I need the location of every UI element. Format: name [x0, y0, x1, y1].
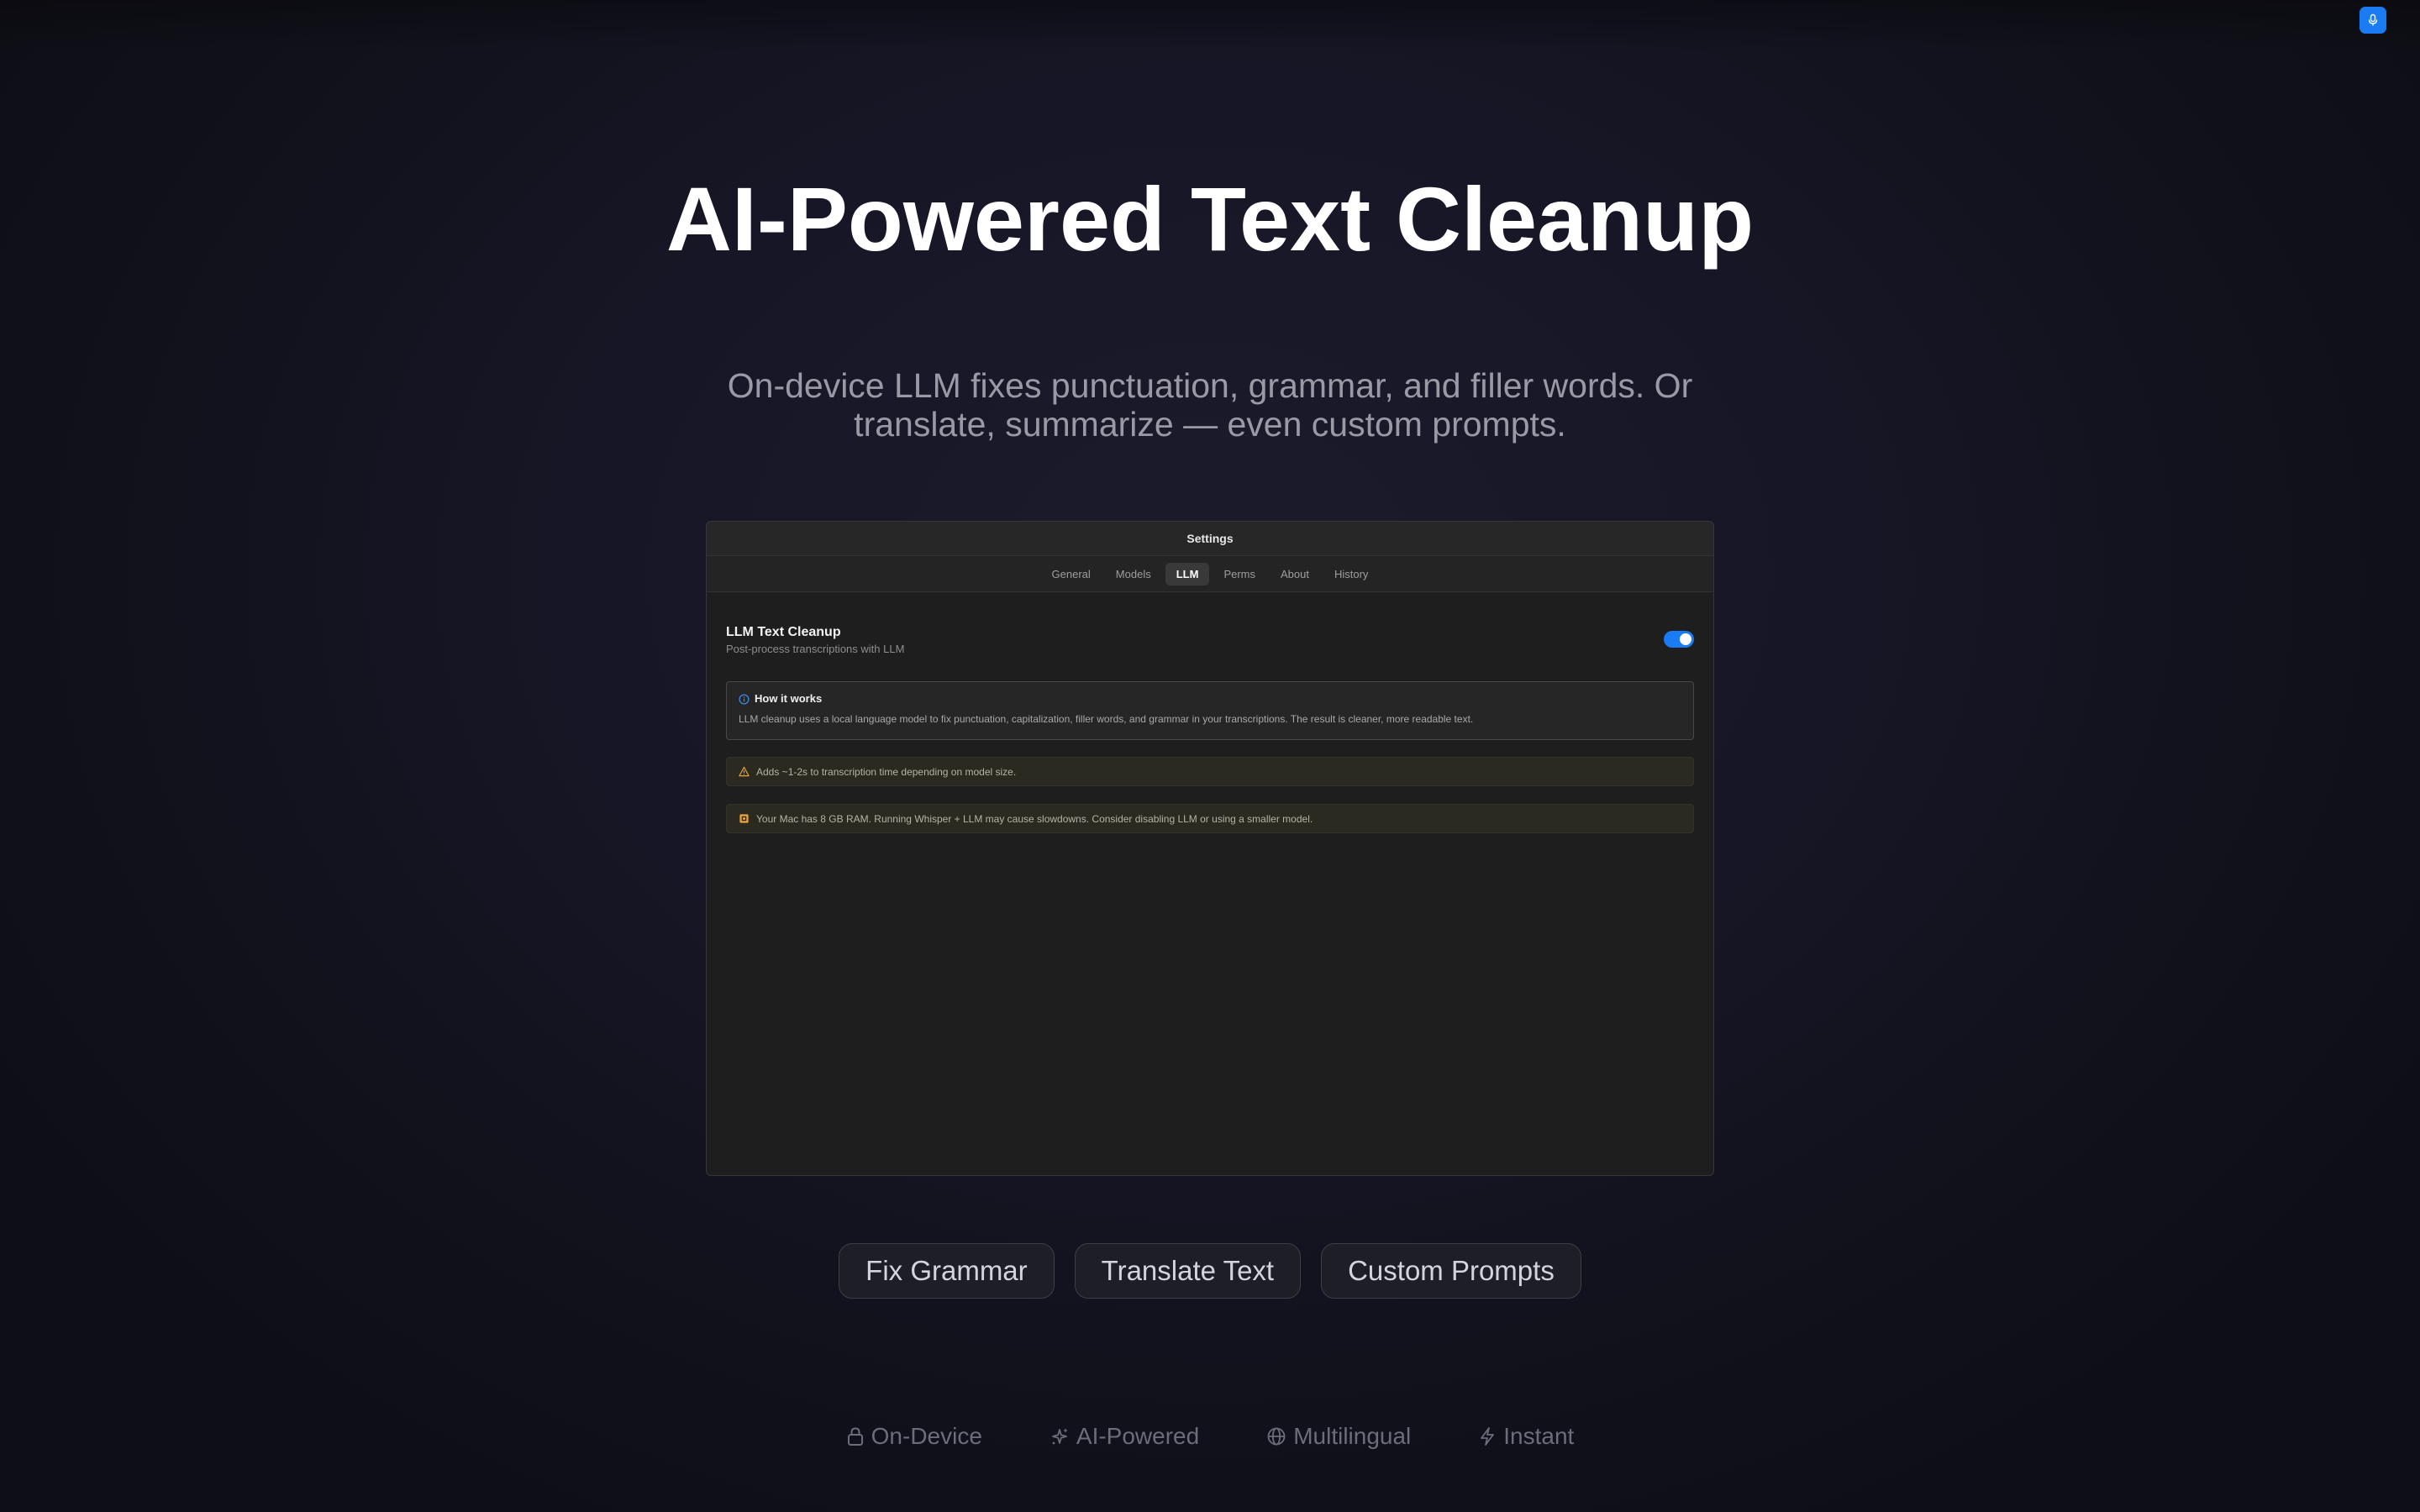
info-icon: [739, 694, 750, 704]
pill-translate-text[interactable]: Translate Text: [1074, 1243, 1302, 1299]
toggle-knob: [1680, 633, 1691, 645]
top-bar: [0, 0, 2420, 50]
feature-label: Multilingual: [1293, 1423, 1412, 1449]
memory-warning-text: Your Mac has 8 GB RAM. Running Whisper +…: [756, 812, 1313, 825]
llm-cleanup-setting: LLM Text Cleanup Post-process transcript…: [726, 624, 1694, 658]
memory-chip-icon: [739, 814, 749, 823]
pill-custom-prompts[interactable]: Custom Prompts: [1321, 1243, 1581, 1299]
capability-pills: Fix Grammar Translate Text Custom Prompt…: [0, 1243, 2420, 1299]
microphone-icon: [2368, 13, 2378, 26]
pill-fix-grammar[interactable]: Fix Grammar: [839, 1243, 1055, 1299]
feature-instant: Instant: [1478, 1423, 1574, 1450]
feature-label: On-Device: [871, 1423, 982, 1449]
how-it-works-heading: How it works: [755, 692, 823, 705]
feature-on-device: On-Device: [846, 1423, 982, 1450]
latency-warning-text: Adds ~1-2s to transcription time dependi…: [756, 765, 1017, 778]
tab-general[interactable]: General: [1041, 563, 1102, 585]
llm-cleanup-description: Post-process transcriptions with LLM: [726, 643, 905, 655]
feature-multilingual: Multilingual: [1266, 1423, 1411, 1450]
feature-ai-powered: AI-Powered: [1050, 1423, 1199, 1450]
feature-label: AI-Powered: [1076, 1423, 1200, 1449]
llm-cleanup-toggle[interactable]: [1664, 631, 1694, 648]
hero-title: AI-Powered Text Cleanup: [666, 168, 1754, 270]
warning-triangle-icon: [739, 766, 750, 777]
microphone-button[interactable]: [2360, 7, 2386, 34]
globe-icon: [1267, 1427, 1286, 1446]
tab-history[interactable]: History: [1323, 563, 1379, 585]
tab-about[interactable]: About: [1270, 563, 1320, 585]
feature-list: On-Device AI-Powered Multilingual Instan…: [0, 1423, 2420, 1450]
tab-llm[interactable]: LLM: [1165, 562, 1210, 585]
lock-icon: [847, 1427, 863, 1446]
latency-warning: Adds ~1-2s to transcription time dependi…: [726, 757, 1694, 786]
how-it-works-box: How it works LLM cleanup uses a local la…: [726, 681, 1694, 740]
llm-cleanup-title: LLM Text Cleanup: [726, 625, 841, 639]
tab-perms[interactable]: Perms: [1213, 563, 1266, 585]
lightning-icon: [1481, 1427, 1495, 1446]
settings-window-screenshot: Settings General Models LLM Perms About …: [706, 521, 1714, 1176]
sparkles-icon: [1052, 1428, 1068, 1445]
feature-label: Instant: [1503, 1423, 1575, 1449]
how-it-works-body: LLM cleanup uses a local language model …: [739, 713, 1474, 725]
window-title: Settings: [707, 522, 1713, 556]
tab-models[interactable]: Models: [1105, 563, 1162, 585]
memory-warning: Your Mac has 8 GB RAM. Running Whisper +…: [726, 804, 1694, 833]
settings-tab-bar: General Models LLM Perms About History: [707, 556, 1713, 592]
hero-subtitle: On-device LLM fixes punctuation, grammar…: [727, 366, 1693, 444]
